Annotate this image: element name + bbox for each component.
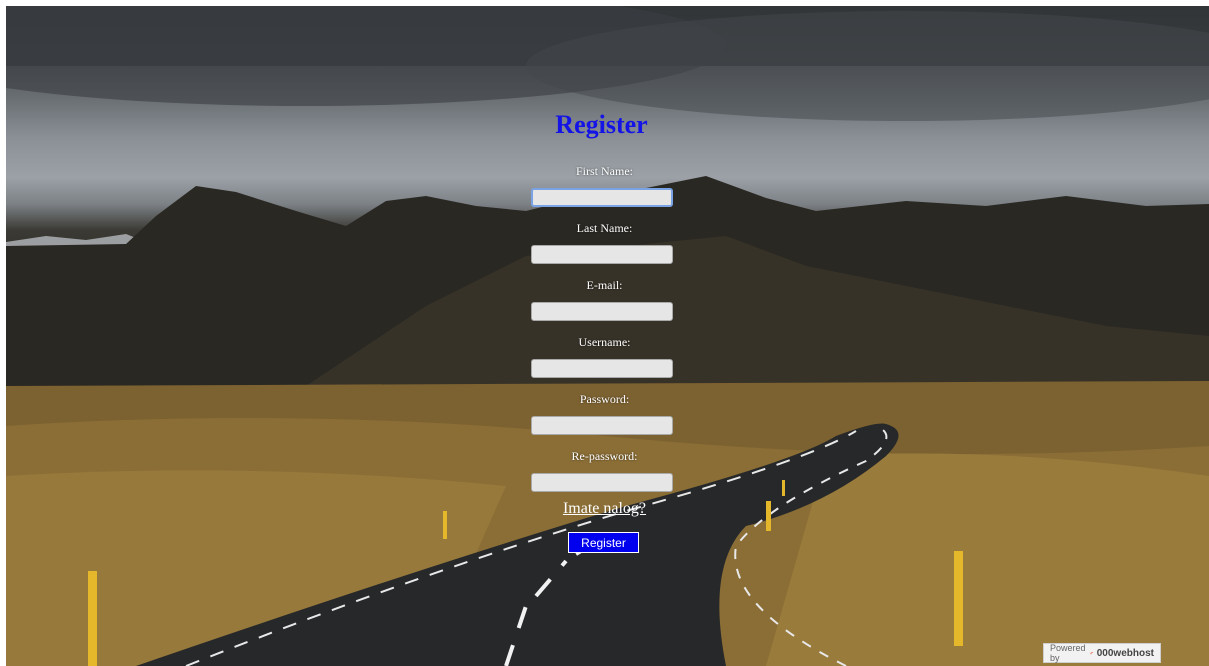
password-label: Password:	[579, 392, 630, 406]
last-name-input[interactable]	[531, 245, 673, 264]
password-input[interactable]	[531, 416, 673, 435]
register-form: Register First Name: Last Name: E-mail: …	[0, 0, 1203, 660]
first-name-input[interactable]	[531, 188, 673, 207]
webhost-brand-text: 000webhost	[1096, 647, 1154, 659]
form-title: Register	[555, 110, 648, 139]
webhost-logo-icon	[1089, 651, 1093, 655]
last-name-label: Last Name:	[576, 221, 633, 235]
first-name-label: First Name:	[576, 164, 633, 178]
powered-by-text: Powered by	[1050, 643, 1086, 663]
powered-by-badge[interactable]: Powered by 000webhost	[1043, 643, 1161, 663]
email-label: E-mail:	[586, 278, 623, 292]
username-label: Username:	[578, 335, 631, 349]
email-input[interactable]	[531, 302, 673, 321]
repassword-label: Re-password:	[571, 449, 638, 463]
repassword-input[interactable]	[531, 473, 673, 492]
register-button[interactable]: Register	[568, 532, 639, 553]
username-input[interactable]	[531, 359, 673, 378]
login-link[interactable]: Imate nalog?	[0, 500, 1209, 518]
